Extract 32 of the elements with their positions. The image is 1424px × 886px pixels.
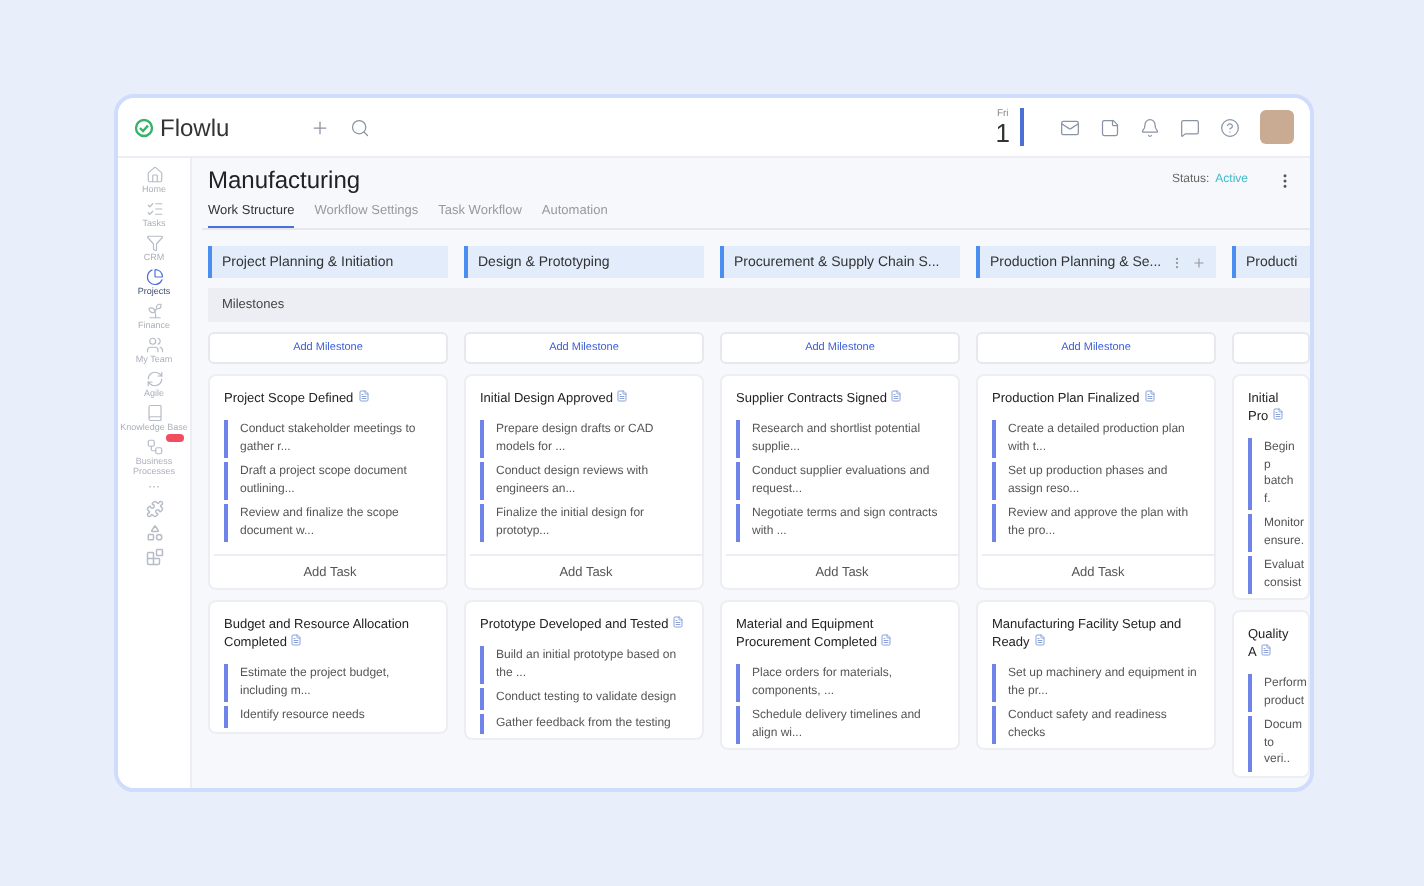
document-icon	[1271, 408, 1284, 420]
document-icon	[1143, 390, 1156, 402]
flowlu-logo[interactable]: Flowlu	[134, 113, 230, 141]
document-icon	[1260, 644, 1273, 656]
sidebar-icon[interactable]	[145, 234, 163, 252]
document-icon	[880, 634, 893, 646]
note-icon[interactable]	[1100, 117, 1120, 137]
search-icon[interactable]	[349, 117, 370, 137]
puzzle-icon[interactable]	[145, 500, 163, 518]
page-title: Manufacturing	[208, 166, 363, 194]
blocks-icon[interactable]	[145, 548, 163, 566]
help-icon[interactable]	[1220, 117, 1240, 137]
avatar[interactable]	[1260, 110, 1294, 144]
chat-icon[interactable]	[1180, 117, 1200, 137]
document-icon	[357, 390, 369, 402]
add-icon[interactable]	[309, 117, 330, 137]
sidebar-icon[interactable]	[145, 268, 163, 286]
document-icon	[616, 390, 629, 402]
add-icon[interactable]	[1192, 255, 1206, 269]
document-icon	[890, 390, 903, 402]
document-icon	[290, 634, 303, 646]
check-shield-icon	[134, 117, 154, 137]
sidebar-icon[interactable]	[145, 404, 163, 422]
sidebar-icon[interactable]	[145, 336, 163, 354]
bell-icon[interactable]	[1140, 117, 1160, 137]
document-icon	[1033, 634, 1046, 646]
shapes-icon[interactable]	[145, 524, 163, 542]
mail-icon[interactable]	[1060, 117, 1080, 137]
sidebar-icon[interactable]	[145, 370, 163, 388]
document-icon	[672, 616, 685, 628]
sidebar-icon[interactable]	[145, 302, 163, 320]
add-milestone-button[interactable]	[1232, 332, 1310, 364]
